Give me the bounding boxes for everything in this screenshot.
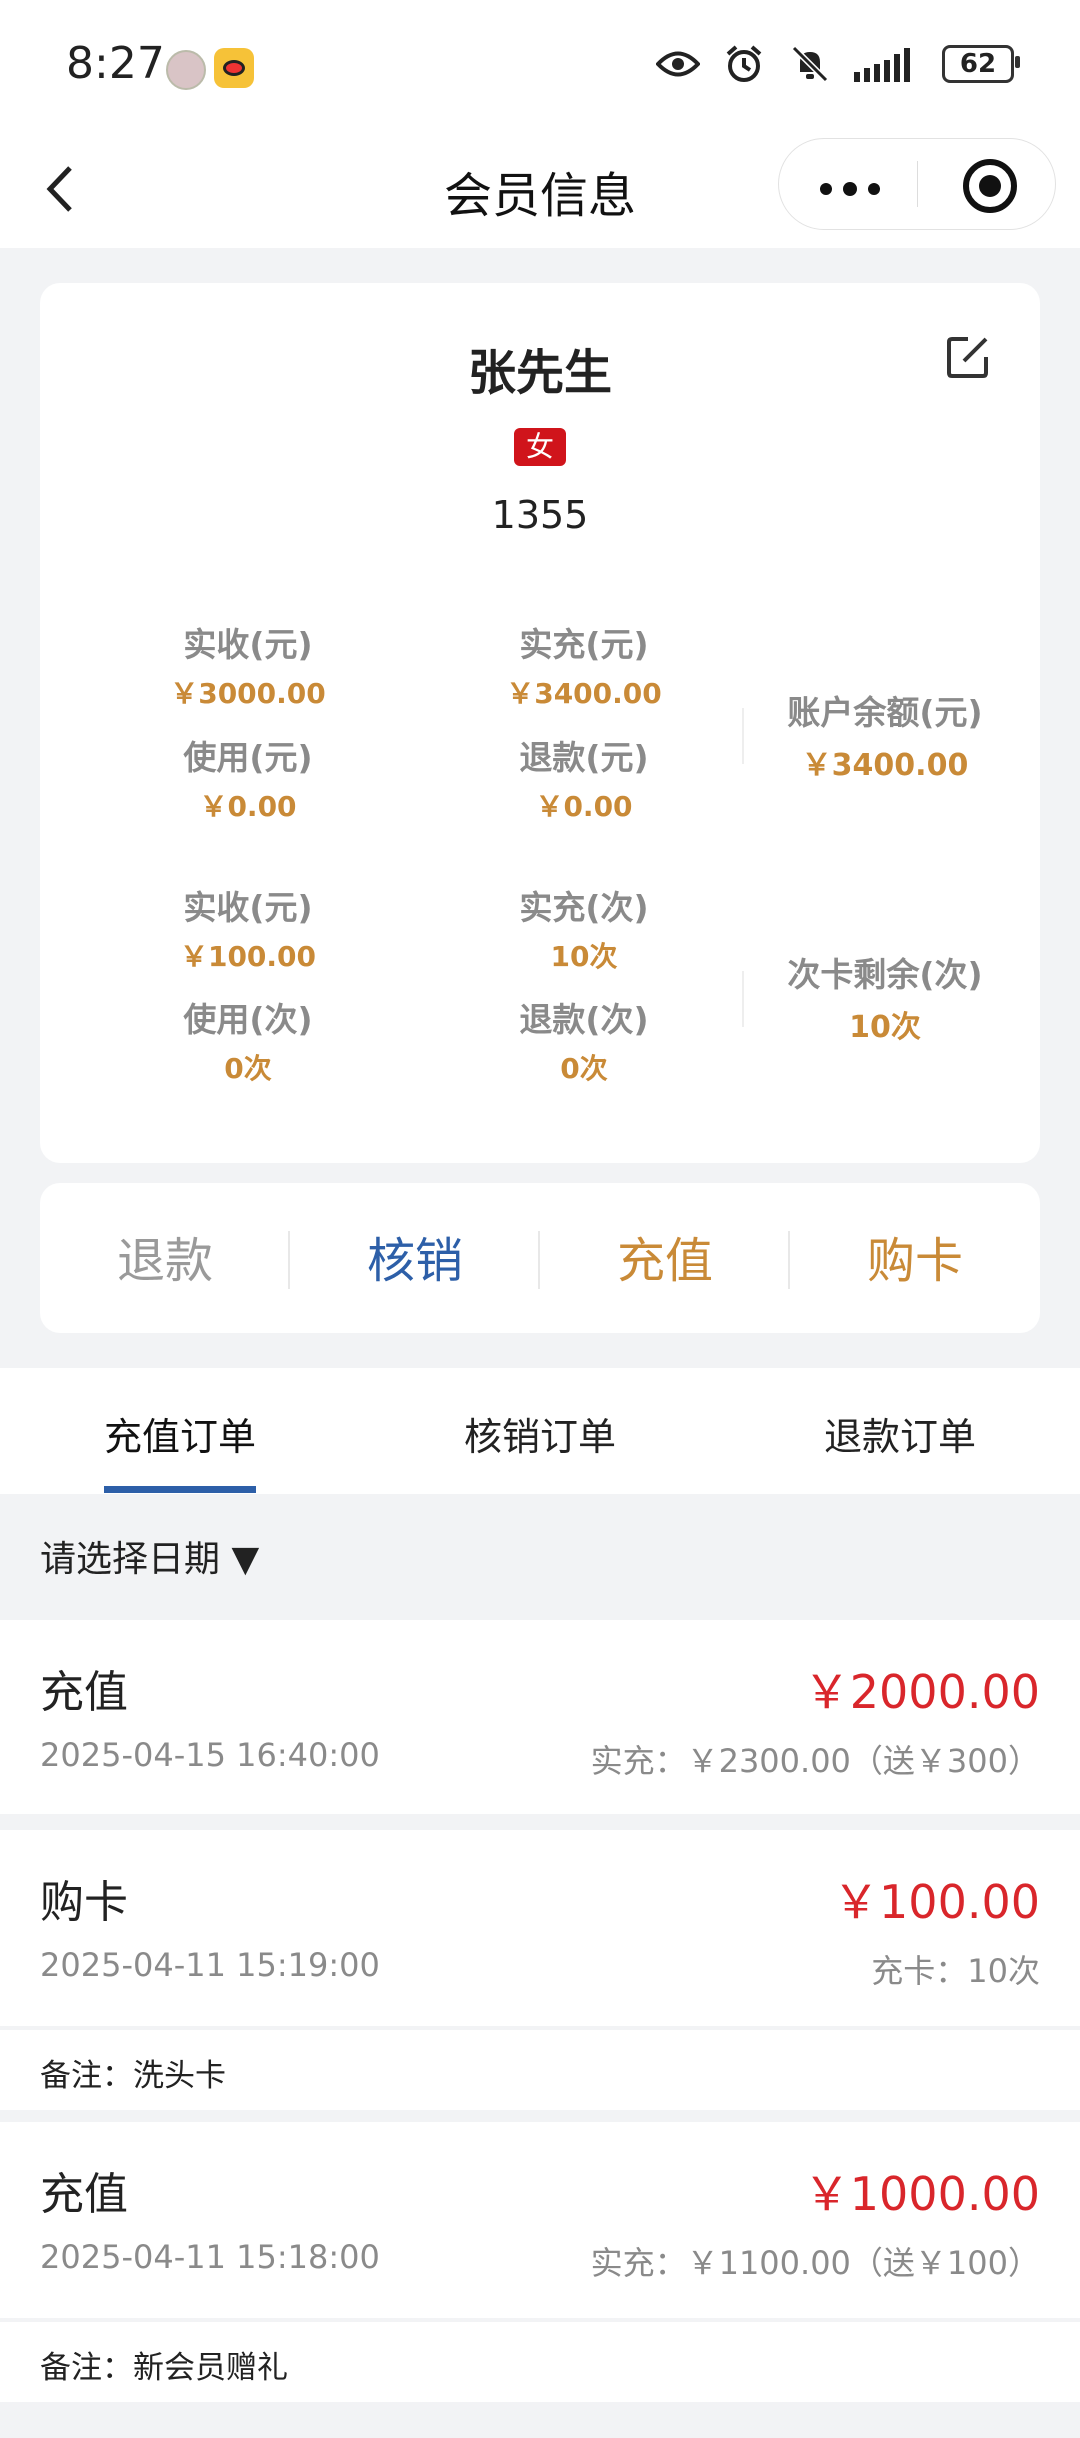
active-tab-indicator xyxy=(104,1486,256,1493)
list-item[interactable]: 购卡 ￥100.00 2025-04-11 15:19:00 充卡：10次 xyxy=(0,1830,1080,2026)
tab-verify-orders[interactable]: 核销订单 xyxy=(360,1406,720,1461)
edit-icon xyxy=(947,337,988,378)
target-icon xyxy=(979,175,1001,197)
action-bar: 退款 核销 充值 购卡 xyxy=(40,1183,1040,1333)
status-time: 8:27 xyxy=(66,38,165,89)
gender-badge: 女 xyxy=(514,428,566,466)
member-info-card: 张先生 女 1355 实收(元) ￥3000.00 实充(元) ￥3400.00… xyxy=(40,283,1040,1163)
order-detail: 实充：￥1100.00（送￥100） xyxy=(590,2244,1040,2282)
stat-value: ￥3000.00 xyxy=(170,677,326,710)
status-icons: 62 xyxy=(656,42,1020,86)
stat-label: 实收(元) xyxy=(183,625,313,664)
battery-indicator: 62 xyxy=(942,45,1020,83)
close-button[interactable] xyxy=(963,159,1017,213)
order-detail: 充卡：10次 xyxy=(871,1952,1040,1990)
stat-card-refund: 退款(次) 0次 xyxy=(454,993,714,1087)
more-button[interactable] xyxy=(819,167,881,199)
mini-program-capsule xyxy=(778,138,1056,230)
weibo-icon xyxy=(214,48,254,88)
status-bar: 8:27 62 xyxy=(0,0,1080,130)
stat-label: 实收(元) xyxy=(183,888,313,927)
nav-bar: 会员信息 xyxy=(0,130,1080,248)
stat-card-charged: 实充(次) 10次 xyxy=(454,881,714,975)
tab-recharge-orders[interactable]: 充值订单 xyxy=(0,1406,360,1461)
list-item[interactable]: 充值 ￥2000.00 2025-04-15 16:40:00 实充：￥2300… xyxy=(0,1620,1080,1814)
order-note: 备注：洗头卡 xyxy=(40,2058,226,2094)
tab-refund-orders[interactable]: 退款订单 xyxy=(720,1406,1080,1461)
stat-received: 实收(元) ￥3000.00 xyxy=(118,618,378,712)
order-detail: 实充：￥2300.00（送￥300） xyxy=(590,1742,1040,1780)
eye-icon xyxy=(656,42,700,86)
order-note: 备注：新会员赠礼 xyxy=(40,2350,288,2386)
order-amount: ￥1000.00 xyxy=(803,2167,1040,2221)
list-item[interactable]: 充值 ￥1000.00 2025-04-11 15:18:00 实充：￥1100… xyxy=(0,2122,1080,2318)
date-filter[interactable]: 请选择日期 ▼ xyxy=(40,1530,259,1582)
stat-value: ￥3400.00 xyxy=(801,748,969,783)
member-name: 张先生 xyxy=(467,345,612,401)
order-note-row: 备注：洗头卡 xyxy=(0,2030,1080,2110)
capsule-divider xyxy=(917,161,918,207)
order-amount: ￥100.00 xyxy=(833,1875,1040,1929)
stat-label: 实充(元) xyxy=(519,625,649,664)
mute-icon xyxy=(788,42,832,86)
stat-label: 使用(次) xyxy=(183,1000,313,1039)
stat-value: ￥3400.00 xyxy=(506,677,662,710)
member-phone: 1355 xyxy=(491,493,589,537)
stat-card-received: 实收(元) ￥100.00 xyxy=(118,881,378,975)
alarm-icon xyxy=(722,42,766,86)
stat-value: ￥0.00 xyxy=(535,790,633,823)
stat-card-remaining: 次卡剩余(次) 10次 xyxy=(740,948,1030,1046)
stat-balance: 账户余额(元) ￥3400.00 xyxy=(740,686,1030,784)
stat-value: 10次 xyxy=(550,940,618,973)
order-date: 2025-04-15 16:40:00 xyxy=(40,1736,380,1774)
stat-label: 实充(次) xyxy=(519,888,649,927)
order-date: 2025-04-11 15:18:00 xyxy=(40,2238,380,2276)
order-type: 充值 xyxy=(40,1667,128,1718)
notification-avatar-icon xyxy=(166,50,206,90)
verify-button[interactable]: 核销 xyxy=(290,1221,540,1291)
stat-used: 使用(元) ￥0.00 xyxy=(118,731,378,825)
recharge-button[interactable]: 充值 xyxy=(540,1221,790,1291)
stat-label: 退款(次) xyxy=(519,1000,649,1039)
order-tabs: 充值订单 核销订单 退款订单 xyxy=(0,1368,1080,1494)
order-type: 充值 xyxy=(40,2169,128,2220)
order-type: 购卡 xyxy=(40,1877,128,1928)
order-date: 2025-04-11 15:19:00 xyxy=(40,1946,380,1984)
more-dots-icon xyxy=(820,182,880,196)
signal-icon xyxy=(854,42,920,86)
stat-value: ￥100.00 xyxy=(179,940,317,973)
stat-charged: 实充(元) ￥3400.00 xyxy=(454,618,714,712)
stat-value: 0次 xyxy=(560,1052,608,1085)
refund-button[interactable]: 退款 xyxy=(40,1221,290,1291)
stat-card-used: 使用(次) 0次 xyxy=(118,993,378,1087)
order-note-row: 备注：新会员赠礼 xyxy=(0,2322,1080,2402)
stat-value: ￥0.00 xyxy=(199,790,297,823)
buy-card-button[interactable]: 购卡 xyxy=(790,1221,1040,1291)
stat-label: 账户余额(元) xyxy=(787,693,983,732)
stat-label: 使用(元) xyxy=(183,738,313,777)
stat-value: 10次 xyxy=(849,1010,921,1045)
order-amount: ￥2000.00 xyxy=(803,1665,1040,1719)
stat-value: 0次 xyxy=(224,1052,272,1085)
stat-label: 退款(元) xyxy=(519,738,649,777)
edit-button[interactable] xyxy=(946,335,988,378)
stat-label: 次卡剩余(次) xyxy=(787,955,983,994)
stat-refund: 退款(元) ￥0.00 xyxy=(454,731,714,825)
